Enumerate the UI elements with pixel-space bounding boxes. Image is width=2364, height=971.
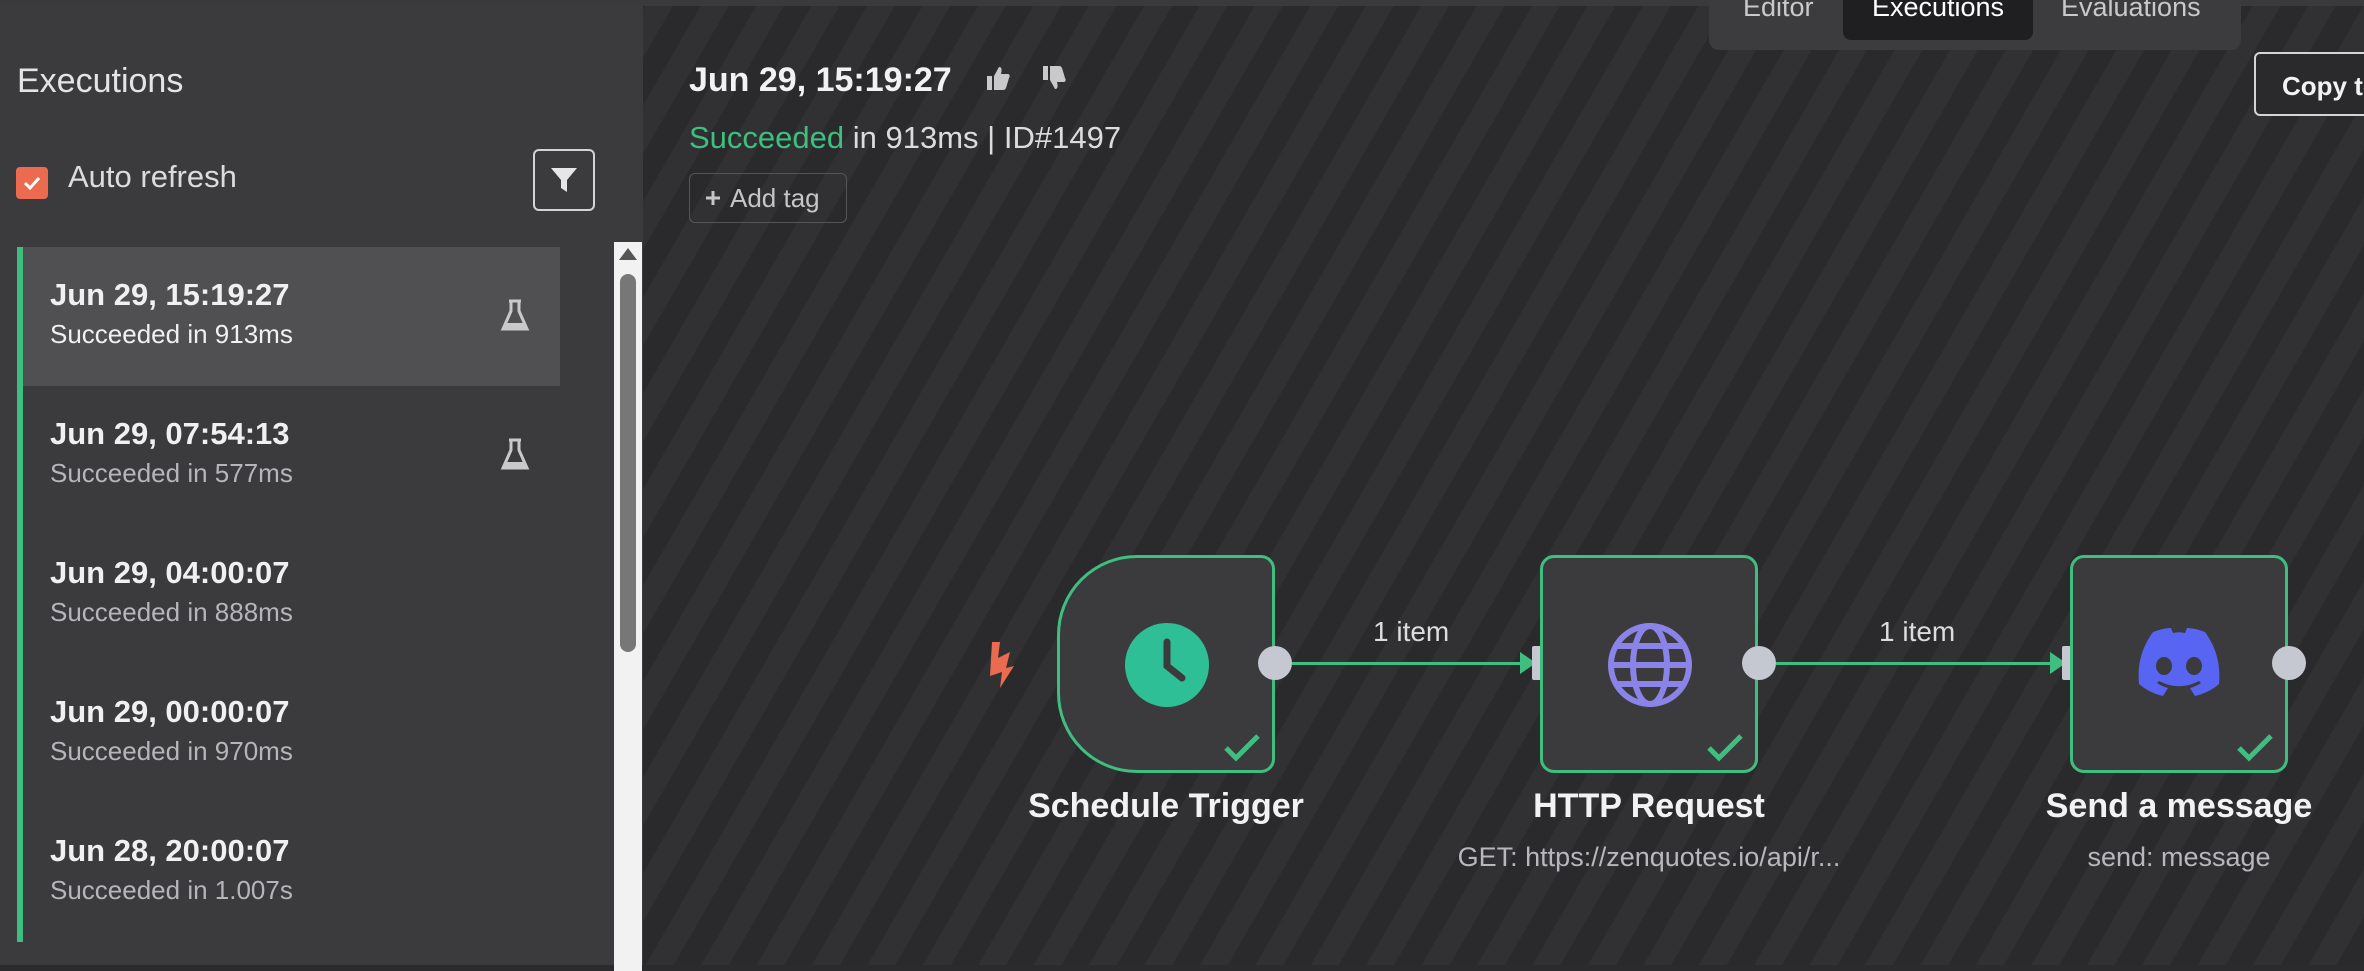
executions-sidebar: Executions Auto refresh Jun 29, 15:19:27…	[0, 6, 643, 971]
execution-item[interactable]: Jun 29, 07:54:13 Succeeded in 577ms	[17, 386, 560, 525]
execution-item[interactable]: Jun 29, 04:00:07 Succeeded in 888ms	[17, 525, 560, 664]
filter-icon	[551, 168, 577, 192]
output-port[interactable]	[1258, 646, 1292, 680]
execution-id: ID#1497	[1003, 120, 1122, 155]
tab-executions[interactable]: Executions	[1843, 0, 2033, 40]
scroll-thumb[interactable]	[620, 274, 636, 652]
tab-evaluations[interactable]: Evaluations	[2061, 0, 2231, 40]
execution-status: Succeeded in 577ms	[50, 458, 293, 488]
execution-time: Jun 29, 07:54:13	[50, 416, 290, 451]
auto-refresh-checkbox[interactable]	[16, 167, 48, 199]
success-check-icon	[1224, 734, 1260, 762]
execution-status: Succeeded in 913ms	[50, 319, 293, 349]
execution-item[interactable]: Jun 29, 00:00:07 Succeeded in 970ms	[17, 664, 560, 803]
node-label: Send a message	[2045, 787, 2313, 825]
execution-status-line: Succeeded in 913ms | ID#1497	[689, 120, 1121, 156]
execution-time: Jun 29, 00:00:07	[50, 694, 290, 729]
discord-icon	[2138, 628, 2220, 696]
output-port[interactable]	[2272, 646, 2306, 680]
connection-label: 1 item	[1879, 616, 1956, 647]
globe-icon	[1608, 623, 1692, 707]
node-subtitle: GET: https://zenquotes.io/api/r...	[1457, 842, 1841, 872]
node-http-request[interactable]	[1540, 555, 1758, 773]
success-check-icon	[2237, 734, 2273, 762]
node-send-message[interactable]	[2070, 555, 2288, 773]
execution-title: Jun 29, 15:19:27	[689, 61, 952, 99]
thumbs-down-icon[interactable]	[1040, 64, 1068, 92]
tab-editor[interactable]: Editor	[1743, 0, 1837, 40]
flask-icon	[500, 438, 530, 470]
trigger-bolt-icon	[990, 642, 1014, 688]
execution-time: Jun 29, 15:19:27	[50, 277, 290, 312]
execution-status: Succeeded in 1.007s	[50, 875, 293, 905]
connection-line	[1776, 662, 2054, 665]
flask-icon	[500, 299, 530, 331]
scroll-up-arrow-icon[interactable]	[619, 248, 637, 260]
auto-refresh-label[interactable]: Auto refresh	[68, 159, 237, 195]
node-schedule-trigger[interactable]	[1057, 555, 1275, 773]
list-scrollbar[interactable]	[614, 242, 642, 971]
node-label: HTTP Request	[1533, 787, 1765, 825]
execution-item[interactable]: Jun 28, 20:00:07 Succeeded in 1.007s	[17, 803, 560, 942]
add-tag-label: Add tag	[730, 182, 820, 213]
success-check-icon	[1707, 734, 1743, 762]
execution-list: Jun 29, 15:19:27 Succeeded in 913ms Jun …	[17, 247, 560, 942]
execution-item[interactable]: Jun 29, 15:19:27 Succeeded in 913ms	[17, 247, 560, 386]
checkmark-icon	[23, 176, 41, 191]
copy-to-editor-button[interactable]: Copy to editor	[2254, 52, 2364, 116]
view-tabs: Editor Executions Evaluations	[1709, 0, 2241, 50]
thumbs-up-icon[interactable]	[984, 64, 1012, 92]
add-tag-button[interactable]: Add tag	[689, 173, 847, 223]
node-label: Schedule Trigger	[1028, 787, 1304, 825]
sidebar-title: Executions	[17, 62, 184, 100]
execution-time: Jun 29, 04:00:07	[50, 555, 290, 590]
connection-label: 1 item	[1373, 616, 1450, 647]
output-port[interactable]	[1742, 646, 1776, 680]
plus-icon	[706, 191, 720, 205]
clock-icon	[1125, 623, 1209, 707]
node-subtitle: send: message	[2087, 842, 2271, 872]
execution-status: Succeeded in 888ms	[50, 597, 293, 627]
connection-line	[1292, 662, 1524, 665]
status-separator: |	[987, 120, 996, 155]
execution-status: Succeeded in 970ms	[50, 736, 293, 766]
status-succeeded: Succeeded	[689, 120, 845, 155]
execution-time: Jun 28, 20:00:07	[50, 833, 290, 868]
filter-button[interactable]	[533, 149, 595, 211]
status-duration: in 913ms	[852, 120, 979, 155]
